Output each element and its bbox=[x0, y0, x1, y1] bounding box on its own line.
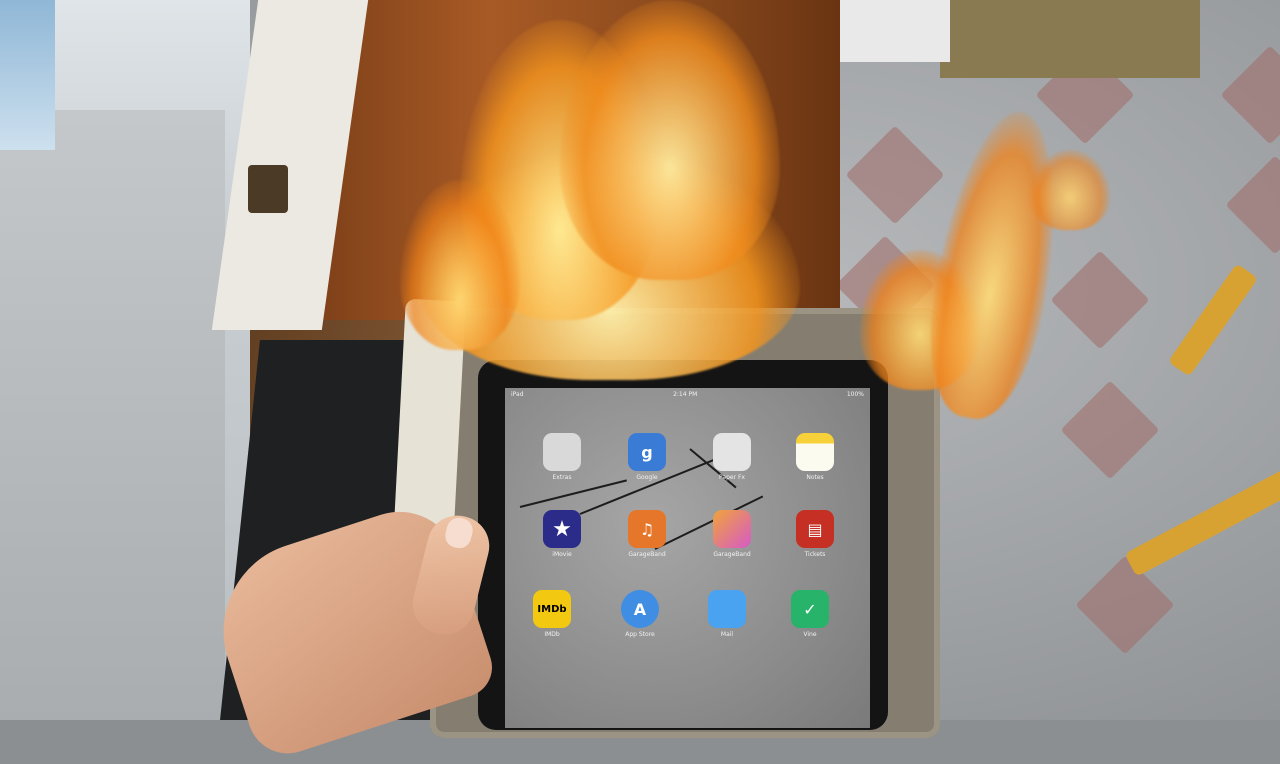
app-imovie[interactable]: ★ iMovie bbox=[535, 510, 589, 558]
guitar-icon: ♫ bbox=[628, 510, 666, 548]
status-carrier: iPad bbox=[511, 391, 524, 398]
app-garageband[interactable]: ♫ GarageBand bbox=[620, 510, 674, 558]
appstore-icon: A bbox=[621, 590, 659, 628]
app-imdb[interactable]: IMDb IMDb bbox=[525, 590, 579, 638]
star-icon: ★ bbox=[543, 510, 581, 548]
app-vine[interactable]: ✓ Vine bbox=[783, 590, 837, 638]
screen-crack bbox=[519, 479, 627, 508]
storm-door-panel bbox=[0, 110, 225, 720]
app-mail[interactable]: Mail bbox=[700, 590, 754, 638]
google-icon: g bbox=[628, 433, 666, 471]
imdb-icon: IMDb bbox=[533, 590, 571, 628]
app-extras[interactable]: Extras bbox=[535, 433, 589, 481]
status-bar: iPad 2:14 PM 100% bbox=[505, 388, 870, 402]
app-paper[interactable]: Paper Fx bbox=[705, 433, 759, 481]
app-notes[interactable]: Notes bbox=[788, 433, 842, 481]
paper-icon bbox=[713, 433, 751, 471]
ticket-icon: ▤ bbox=[796, 510, 834, 548]
appliance bbox=[840, 0, 950, 62]
mail-icon bbox=[708, 590, 746, 628]
vine-icon: ✓ bbox=[791, 590, 829, 628]
photo-icon bbox=[713, 510, 751, 548]
app-app-store[interactable]: A App Store bbox=[613, 590, 667, 638]
door-hinge bbox=[248, 165, 288, 213]
rug bbox=[940, 0, 1200, 78]
window-glimpse bbox=[0, 0, 55, 150]
status-battery: 100% bbox=[846, 391, 864, 398]
notes-icon bbox=[796, 433, 834, 471]
tablet-screen: iPad 2:14 PM 100% Extras g Google Paper … bbox=[505, 388, 870, 728]
app-google[interactable]: g Google bbox=[620, 433, 674, 481]
status-time: 2:14 PM bbox=[673, 391, 698, 398]
folder-icon bbox=[543, 433, 581, 471]
app-photo-booth[interactable]: GarageBand bbox=[705, 510, 759, 558]
app-tickets[interactable]: ▤ Tickets bbox=[788, 510, 842, 558]
